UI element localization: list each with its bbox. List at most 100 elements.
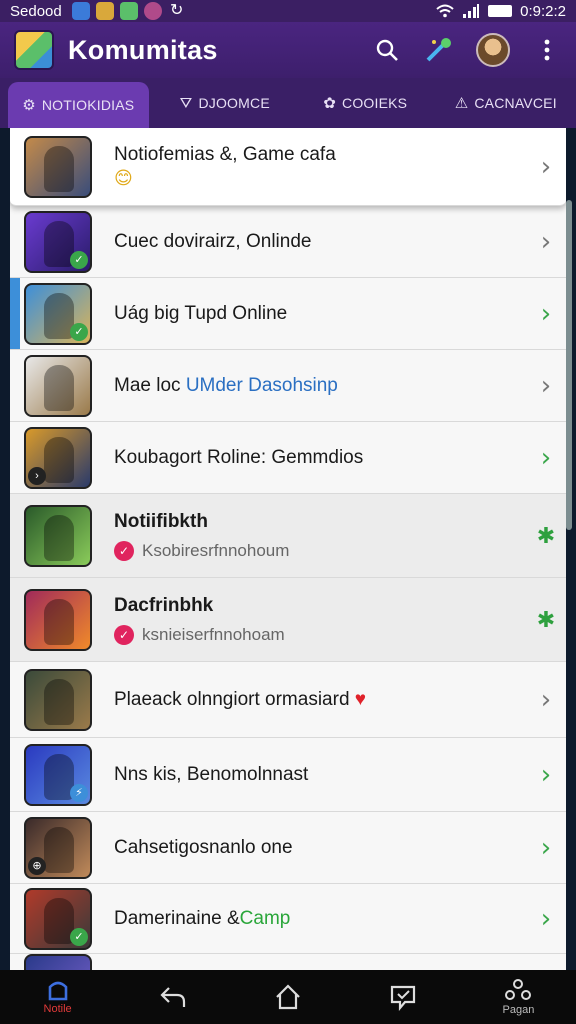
game-thumbnail — [24, 504, 92, 567]
cube-logo-icon — [14, 30, 54, 70]
filter-icon: ⛛ — [179, 94, 193, 112]
chevron-right-icon: › — [540, 903, 552, 934]
list-item[interactable]: ⊕ Cahsetigosnanlo one › — [10, 812, 566, 884]
nav-label: Notile — [43, 1003, 72, 1015]
check-circle-icon: ✓ — [114, 624, 134, 645]
app-title: Komumitas — [68, 34, 218, 65]
chevron-right-icon: › — [540, 832, 552, 863]
back-icon — [160, 987, 185, 1007]
chevron-right-icon: › — [540, 370, 552, 401]
list-item[interactable]: Mae loc UMder Dasohsinp › — [10, 350, 566, 422]
verified-badge-icon: ✓ — [70, 322, 88, 341]
list-item-title: Cahsetigosnanlo one — [114, 836, 293, 858]
notification-icons: ↻ — [71, 2, 186, 20]
list-item-title: Nns kis, Benomolnnast — [114, 763, 309, 785]
list-item[interactable]: ✓ Damerinaine &Camp › — [10, 884, 566, 954]
tab-cooieks[interactable]: ✿ COOIEKS — [295, 78, 436, 128]
sync-icon: ↻ — [170, 2, 184, 19]
game-thumbnail: ⊕ — [24, 816, 92, 879]
app-bar-actions — [372, 33, 562, 67]
tab-cacnavcei[interactable]: ⚠ CACNAVCEI — [436, 78, 576, 128]
list-item[interactable]: Dacfrinbhk ✓ ksnieiserfnnohoam ✱ — [10, 578, 566, 662]
list-item-subtitle: ksnieiserfnnohoam — [142, 624, 285, 644]
status-right: 0:9:2:2 — [436, 3, 566, 20]
list-item[interactable]: ✓ Cuec dovirairz, Onlinde › — [10, 206, 566, 278]
app-bar: Komumitas — [0, 22, 576, 78]
bolt-badge-icon: ⚡ — [70, 783, 88, 802]
more-vert-icon[interactable] — [532, 35, 562, 65]
list-item-title: Damerinaine &Camp — [114, 907, 291, 929]
nav-chat[interactable] — [346, 983, 461, 1011]
list-item-subtitle: Ksobiresrfnnohoum — [142, 540, 290, 560]
list-item-title: Cuec dovirairz, Onlinde — [114, 230, 312, 252]
chevron-right-icon: › — [540, 684, 552, 715]
carrier-name: Sedood — [10, 2, 62, 20]
chevron-right-icon: › — [540, 442, 552, 473]
game-thumbnail: ⚡ — [24, 743, 92, 806]
list-item-title: Uág big Tupd Online — [114, 302, 288, 324]
tab-label: NOTIOKIDIAS — [41, 97, 135, 113]
flower-icon: ✿ — [323, 95, 337, 112]
chevron-right-icon: › — [540, 298, 552, 329]
game-thumbnail: ✓ — [24, 887, 92, 950]
game-thumbnail — [24, 588, 92, 651]
search-icon[interactable] — [372, 35, 402, 65]
notification-app-icon — [143, 2, 162, 20]
smile-emoji-icon: 😊 — [114, 168, 133, 188]
home-icon — [276, 984, 300, 1010]
chevron-right-icon: › — [540, 759, 552, 790]
list-item[interactable]: › Koubagort Roline: Gemmdios › — [10, 422, 566, 494]
scrollbar[interactable] — [566, 200, 572, 530]
game-thumbnail — [24, 135, 92, 198]
network-icon — [505, 979, 532, 1000]
heart-icon: ♥ — [354, 688, 367, 710]
list-item-title: Mae loc UMder Dasohsinp — [114, 374, 338, 396]
nav-pagan[interactable]: Pagan — [461, 978, 576, 1016]
list-item[interactable]: Notiifibkth ✓ Ksobiresrfnnohoum ✱ — [10, 494, 566, 578]
user-avatar[interactable] — [476, 33, 510, 67]
list-item[interactable]: Plaeack olnngiort ormasiard ♥ › — [10, 662, 566, 738]
star-icon[interactable]: ✱ — [526, 607, 566, 633]
game-thumbnail — [24, 668, 92, 731]
signal-icon — [463, 4, 480, 18]
tab-label: CACNAVCEI — [474, 95, 557, 111]
tab-djoomce[interactable]: ⛛ DJOOMCE — [155, 78, 296, 128]
target-badge-icon: ⊕ — [28, 856, 46, 875]
star-icon[interactable]: ✱ — [526, 523, 566, 549]
nav-notile[interactable]: Notile — [0, 979, 115, 1015]
list-item-title: Koubagort Roline: Gemmdios — [114, 446, 364, 468]
list-item-title: Notiifibkth — [114, 510, 208, 532]
tab-bar: ⚙ NOTIOKIDIAS ⛛ DJOOMCE ✿ COOIEKS ⚠ CACN… — [0, 78, 576, 128]
notification-app-icon — [119, 2, 138, 20]
list-item[interactable]: Notiofemias &, Game cafa 😊 › — [10, 128, 566, 206]
tab-label: COOIEKS — [342, 95, 408, 111]
verified-badge-icon: ✓ — [70, 927, 88, 946]
nav-home[interactable] — [230, 983, 345, 1011]
chevron-right-icon: › — [540, 151, 552, 182]
game-thumbnail: ✓ — [24, 210, 92, 273]
tab-notiokidias[interactable]: ⚙ NOTIOKIDIAS — [8, 82, 149, 128]
chat-icon — [391, 985, 416, 1011]
list-item-title: Plaeack olnngiort ormasiard ♥ — [114, 688, 367, 710]
wifi-icon — [436, 4, 454, 18]
list-item-title: Dacfrinbhk — [114, 594, 214, 616]
warning-icon: ⚠ — [454, 95, 469, 112]
game-thumbnail — [24, 953, 92, 970]
battery-icon — [488, 5, 513, 17]
tab-label: DJOOMCE — [198, 95, 270, 111]
magic-wand-icon[interactable] — [424, 35, 454, 65]
list-item[interactable]: ✓ Uág big Tupd Online › — [10, 278, 566, 350]
list-item[interactable]: ⚡ Nns kis, Benomolnnast › — [10, 738, 566, 812]
verified-badge-icon: ✓ — [70, 250, 88, 269]
game-thumbnail — [24, 354, 92, 417]
bottom-navigation: Notile Pagan — [0, 970, 576, 1024]
community-list: Notiofemias &, Game cafa 😊 › ✓ Cuec dovi… — [10, 128, 566, 970]
game-thumbnail: ✓ — [24, 282, 92, 345]
notification-app-icon — [95, 2, 114, 20]
clock: 0:9:2:2 — [520, 2, 566, 20]
chevron-right-icon: › — [540, 226, 552, 257]
arrow-badge-icon: › — [28, 466, 46, 485]
status-bar: Sedood ↻ 0:9:2:2 — [0, 0, 576, 22]
nav-back[interactable] — [115, 984, 230, 1010]
list-item-partial[interactable] — [10, 953, 566, 970]
